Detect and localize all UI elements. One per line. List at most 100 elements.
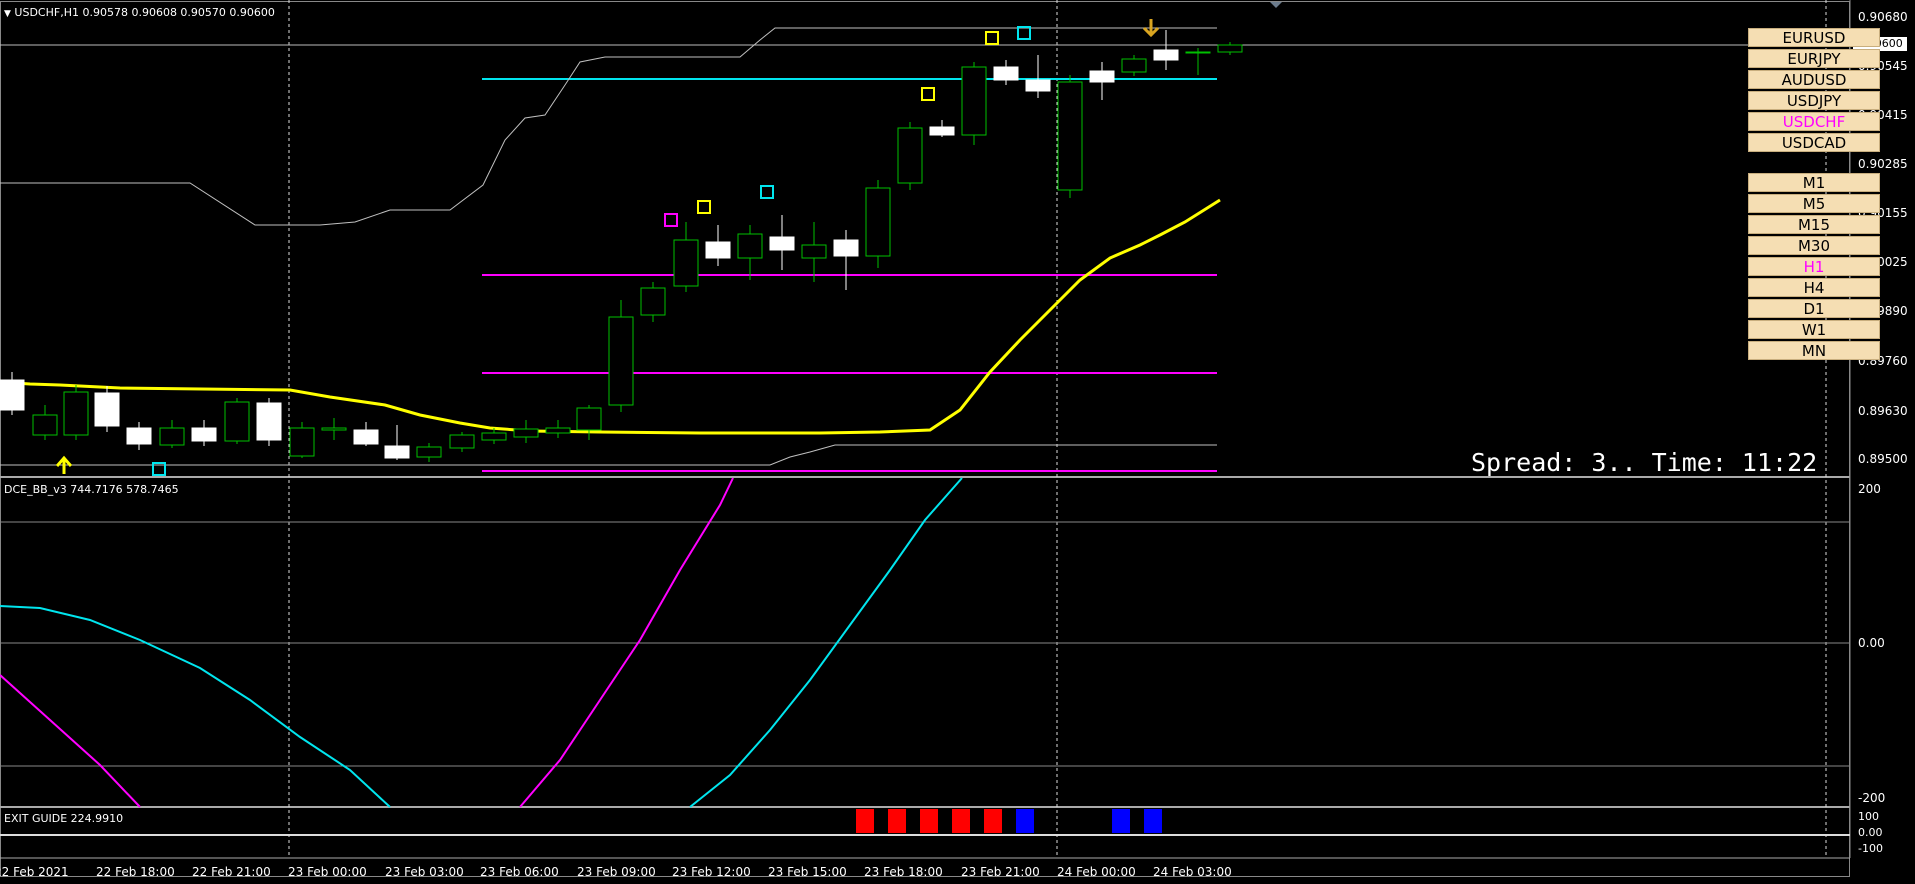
exit-guide-bar bbox=[856, 809, 874, 833]
bull-candle bbox=[897, 127, 923, 184]
ind2-axis-0: 0.00 bbox=[1858, 826, 1883, 839]
price-axis-label: 0.89500 bbox=[1858, 452, 1908, 466]
symbol-button-eurjpy[interactable]: EURJPY bbox=[1748, 49, 1880, 68]
time-axis-label: 24 Feb 03:00 bbox=[1153, 865, 1232, 879]
timeframe-button-mn[interactable]: MN bbox=[1748, 341, 1880, 360]
ind1-axis-minus200: -200 bbox=[1858, 791, 1886, 805]
exit-guide-bar bbox=[1016, 809, 1034, 833]
exit-guide-bar bbox=[888, 809, 906, 833]
bear-candle bbox=[126, 427, 152, 445]
signal-square-marker bbox=[760, 185, 774, 199]
bull-candle bbox=[673, 239, 699, 287]
bear-candle bbox=[929, 126, 955, 136]
signal-square-marker bbox=[697, 200, 711, 214]
mt4-chart-window[interactable]: ▼ USDCHF,H1 0.90578 0.90608 0.90570 0.90… bbox=[0, 0, 1915, 884]
indicator-2-title: EXIT GUIDE 224.9910 bbox=[4, 812, 124, 825]
timeframe-button-w1[interactable]: W1 bbox=[1748, 320, 1880, 339]
timeframe-button-m15[interactable]: M15 bbox=[1748, 215, 1880, 234]
bull-candle bbox=[545, 427, 571, 434]
symbol-button-eurusd[interactable]: EURUSD bbox=[1748, 28, 1880, 47]
arrow-up-icon bbox=[55, 455, 73, 474]
ind1-magenta-line bbox=[0, 674, 141, 808]
bull-candle bbox=[321, 427, 347, 431]
price-axis-label: 0.90680 bbox=[1858, 10, 1908, 24]
bull-candle bbox=[289, 427, 315, 457]
bull-candle bbox=[640, 287, 666, 316]
price-axis-label: 0.89630 bbox=[1858, 404, 1908, 418]
bull-candle bbox=[961, 66, 987, 136]
upper-channel-line bbox=[0, 27, 1217, 226]
bear-candle bbox=[353, 429, 379, 445]
timeframe-button-m5[interactable]: M5 bbox=[1748, 194, 1880, 213]
timeframe-button-h4[interactable]: H4 bbox=[1748, 278, 1880, 297]
bear-candle bbox=[1025, 79, 1051, 92]
bull-candle bbox=[481, 432, 507, 441]
symbol-button-usdchf[interactable]: USDCHF bbox=[1748, 112, 1880, 131]
exit-guide-bar bbox=[1144, 809, 1162, 833]
signal-square-marker bbox=[664, 213, 678, 227]
symbol-info-bar: ▼ USDCHF,H1 0.90578 0.90608 0.90570 0.90… bbox=[4, 6, 275, 19]
price-axis-label: 0.90285 bbox=[1858, 157, 1908, 171]
bull-candle bbox=[159, 427, 185, 446]
bull-candle bbox=[865, 187, 891, 257]
bull-candle bbox=[416, 446, 442, 458]
bear-candle bbox=[94, 392, 120, 427]
time-axis-label: 23 Feb 09:00 bbox=[577, 865, 656, 879]
ind1-axis-0: 0.00 bbox=[1858, 636, 1885, 650]
timeframe-button-m30[interactable]: M30 bbox=[1748, 236, 1880, 255]
timeframe-button-d1[interactable]: D1 bbox=[1748, 299, 1880, 318]
bear-candle bbox=[769, 236, 795, 251]
exit-guide-bar bbox=[1112, 809, 1130, 833]
bull-candle bbox=[63, 391, 89, 436]
bull-candle bbox=[1185, 51, 1211, 54]
bear-candle bbox=[705, 241, 731, 259]
chart-shift-marker bbox=[1270, 2, 1282, 8]
symbol-button-audusd[interactable]: AUDUSD bbox=[1748, 70, 1880, 89]
time-axis-label: 23 Feb 18:00 bbox=[864, 865, 943, 879]
symbol-button-usdcad[interactable]: USDCAD bbox=[1748, 133, 1880, 152]
exit-guide-bar bbox=[952, 809, 970, 833]
bear-candle bbox=[256, 402, 282, 441]
bull-candle bbox=[1057, 81, 1083, 191]
time-axis-label: 22 Feb 2021 bbox=[0, 865, 69, 879]
time-axis-label: 23 Feb 03:00 bbox=[385, 865, 464, 879]
time-axis-label: 23 Feb 15:00 bbox=[768, 865, 847, 879]
bull-candle bbox=[801, 244, 827, 259]
symbol-ohlc-text: USDCHF,H1 0.90578 0.90608 0.90570 0.9060… bbox=[14, 6, 275, 19]
ind1-axis-200: 200 bbox=[1858, 482, 1881, 496]
bear-candle bbox=[384, 445, 410, 459]
ind2-axis-minus100: -100 bbox=[1858, 842, 1883, 855]
bear-candle bbox=[1089, 70, 1115, 83]
exit-guide-bar bbox=[984, 809, 1002, 833]
spread-time-label: Spread: 3.. Time: 11:22 bbox=[1471, 448, 1818, 477]
time-axis-label: 23 Feb 00:00 bbox=[288, 865, 367, 879]
triangle-down-icon[interactable]: ▼ bbox=[4, 9, 11, 19]
timeframe-button-m1[interactable]: M1 bbox=[1748, 173, 1880, 192]
indicator-1-title: DCE_BB_v3 744.7176 578.7465 bbox=[4, 483, 179, 496]
time-axis-label: 23 Feb 21:00 bbox=[961, 865, 1040, 879]
signal-square-marker bbox=[985, 31, 999, 45]
bull-candle bbox=[737, 233, 763, 259]
bull-candle bbox=[449, 434, 475, 449]
signal-square-marker bbox=[1017, 26, 1031, 40]
bull-candle bbox=[576, 407, 602, 431]
bear-candle bbox=[1153, 49, 1179, 61]
bear-candle bbox=[993, 66, 1019, 81]
time-axis-label: 22 Feb 21:00 bbox=[192, 865, 271, 879]
ind2-axis-100: 100 bbox=[1858, 810, 1879, 823]
time-axis-label: 22 Feb 18:00 bbox=[96, 865, 175, 879]
bull-candle bbox=[224, 401, 250, 442]
bear-candle bbox=[191, 427, 217, 442]
signal-square-marker bbox=[921, 87, 935, 101]
time-axis-label: 24 Feb 00:00 bbox=[1057, 865, 1136, 879]
bull-candle bbox=[513, 428, 539, 438]
chart-canvas[interactable] bbox=[0, 0, 1915, 884]
bear-candle bbox=[0, 379, 25, 411]
time-axis-label: 23 Feb 06:00 bbox=[480, 865, 559, 879]
timeframe-button-h1[interactable]: H1 bbox=[1748, 257, 1880, 276]
symbol-button-usdjpy[interactable]: USDJPY bbox=[1748, 91, 1880, 110]
bull-candle bbox=[32, 414, 58, 436]
ind1-cyan-line bbox=[0, 605, 391, 808]
arrow-down-icon bbox=[1142, 19, 1160, 38]
time-axis-label: 23 Feb 12:00 bbox=[672, 865, 751, 879]
